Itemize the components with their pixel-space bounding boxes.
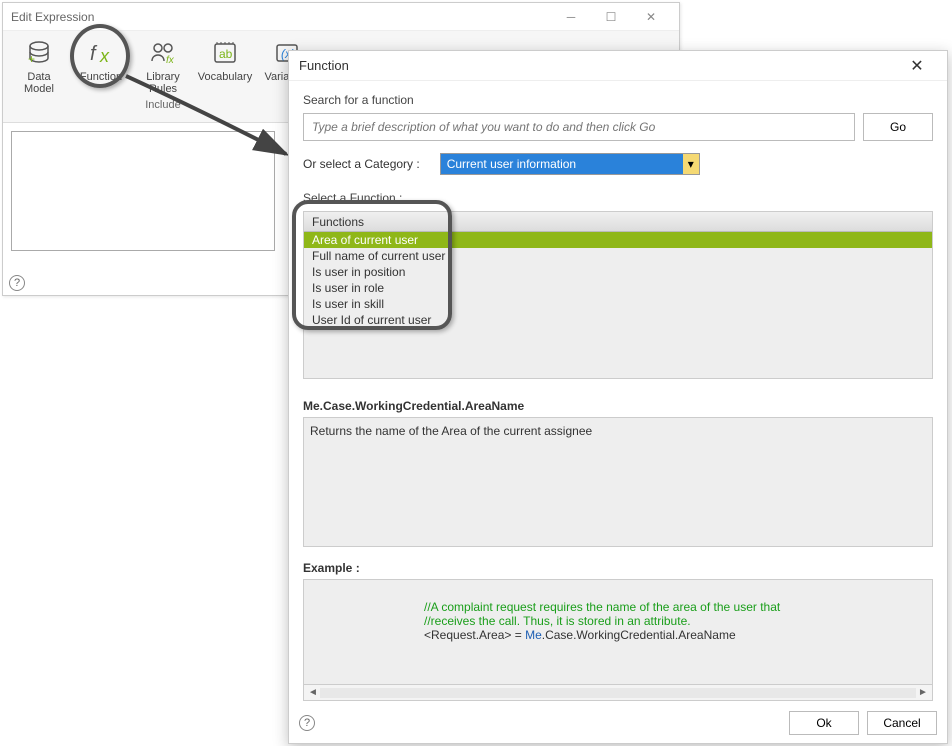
code-text: .Case.WorkingCredential.AreaName [542,628,736,642]
search-input[interactable] [303,113,855,141]
function-list: Functions Area of current user Full name… [303,211,933,379]
function-item[interactable]: User Id of current user [304,312,932,328]
function-description: Returns the name of the Area of the curr… [303,417,933,547]
ok-button[interactable]: Ok [789,711,859,735]
svg-text:fx: fx [166,55,175,66]
cancel-button[interactable]: Cancel [867,711,937,735]
ribbon-label: Data Model [24,71,54,95]
function-item[interactable]: Is user in role [304,280,932,296]
function-list-header: Functions [304,212,932,232]
example-box: //A complaint request requires the name … [303,579,933,701]
list-spacer [304,328,932,378]
function-window: Function ✕ Search for a function Go Or s… [288,50,948,744]
search-label: Search for a function [303,93,933,107]
minimize-button[interactable]: ─ [551,3,591,31]
database-icon: + [23,37,55,69]
code-keyword: Me [525,628,542,642]
close-button[interactable]: ✕ [631,3,671,31]
function-signature: Me.Case.WorkingCredential.AreaName [303,399,933,413]
ribbon-item-data-model[interactable]: + Data Model [13,35,65,95]
expression-editor[interactable] [11,131,275,251]
help-icon[interactable]: ? [299,715,315,731]
code-area: //A complaint request requires the name … [304,580,932,684]
code-text: <Request.Area> = [424,628,525,642]
function-item[interactable]: Is user in skill [304,296,932,312]
function-title-bar: Function ✕ [289,51,947,81]
help-icon[interactable]: ? [9,275,25,291]
ribbon-label: Vocabulary [198,71,252,83]
function-window-title: Function [299,58,349,73]
edit-window-title: Edit Expression [11,3,94,31]
category-label: Or select a Category : [303,157,420,171]
scroll-right-icon[interactable]: ► [916,687,930,698]
ribbon-item-vocabulary[interactable]: ab Vocabulary [199,35,251,95]
ribbon-label: Function [80,71,122,83]
maximize-button[interactable]: ☐ [591,3,631,31]
code-comment: //receives the call. Thus, it is stored … [424,614,914,628]
vocabulary-icon: ab [209,37,241,69]
select-function-label: Select a Function : [303,191,933,205]
svg-text:ab: ab [219,47,233,61]
svg-text:+: + [28,52,35,66]
ribbon-label: Library Rules [146,71,180,95]
category-value: Current user information [447,157,576,171]
fx-icon: fx [85,37,117,69]
ribbon-item-library-rules[interactable]: fx Library Rules [137,35,189,95]
code-comment: //A complaint request requires the name … [424,600,914,614]
function-item[interactable]: Area of current user [304,232,932,248]
function-item[interactable]: Is user in position [304,264,932,280]
close-button[interactable]: ✕ [897,51,937,81]
go-button[interactable]: Go [863,113,933,141]
scroll-track[interactable] [320,688,916,698]
ribbon-group-label: Include [145,99,180,111]
scroll-left-icon[interactable]: ◄ [306,687,320,698]
example-label: Example : [303,561,933,575]
chevron-down-icon: ▾ [683,154,699,174]
function-item[interactable]: Full name of current user [304,248,932,264]
horizontal-scrollbar[interactable]: ◄ ► [304,684,932,700]
edit-title-bar: Edit Expression ─ ☐ ✕ [3,3,679,31]
svg-text:f: f [90,43,98,65]
ribbon-item-function[interactable]: fx Function [75,35,127,95]
people-icon: fx [147,37,179,69]
category-dropdown[interactable]: Current user information ▾ [440,153,700,175]
svg-text:x: x [99,46,110,66]
code-line: <Request.Area> = Me.Case.WorkingCredenti… [424,628,914,642]
